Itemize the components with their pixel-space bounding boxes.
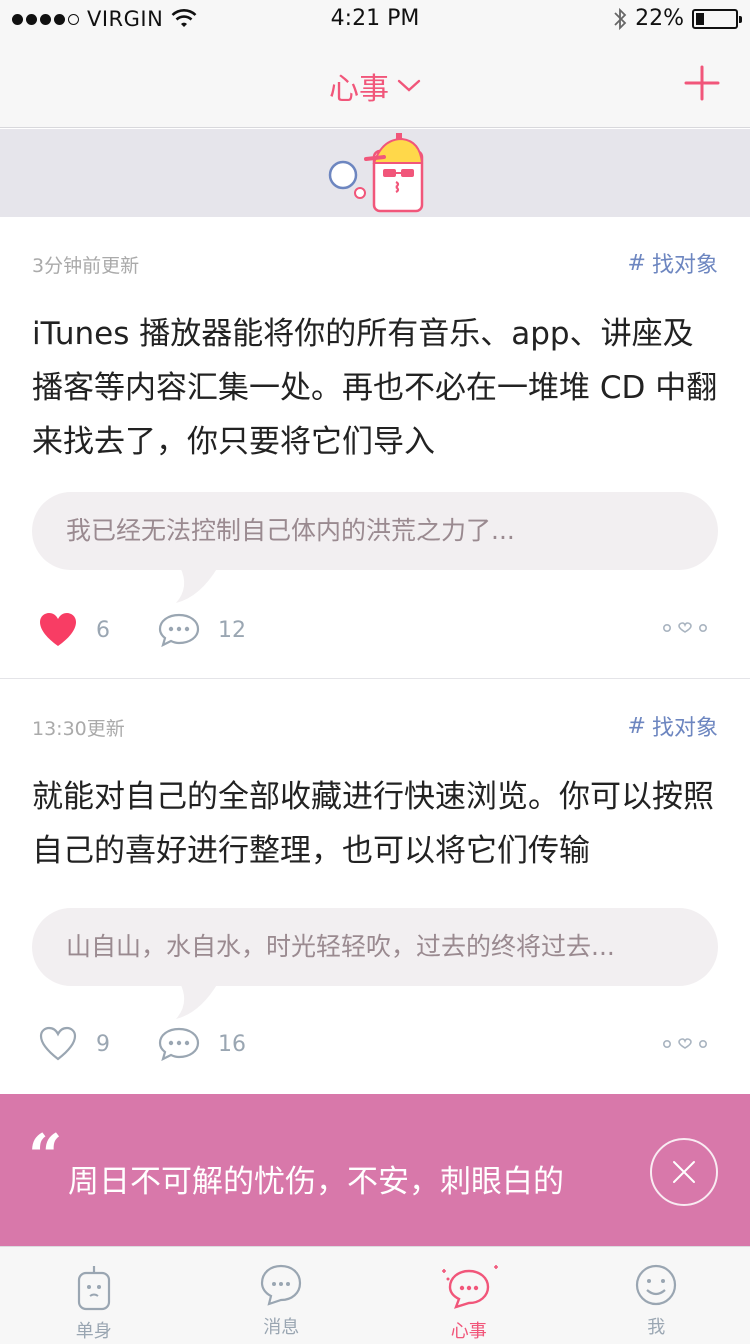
chevron-down-icon bbox=[397, 79, 421, 92]
tab-label: 单身 bbox=[75, 1321, 112, 1342]
post-card[interactable]: 13:30更新 # 找对象 就能对自己的全部收藏进行快速浏览。你可以按照自己的喜… bbox=[0, 680, 750, 1094]
comment-count: 16 bbox=[218, 1031, 246, 1057]
post-actions: 6 12 bbox=[38, 612, 294, 648]
bubble-tail bbox=[176, 983, 218, 1019]
comment-icon[interactable] bbox=[158, 1027, 200, 1061]
post-tag[interactable]: # 找对象 bbox=[628, 247, 718, 279]
me-icon bbox=[636, 1264, 677, 1306]
more-options-icon[interactable] bbox=[662, 622, 708, 634]
hash-icon: # bbox=[627, 713, 646, 739]
nav-bar: 心事 bbox=[0, 40, 750, 128]
tab-bar: 单身 消息 心事 我 bbox=[0, 1246, 750, 1344]
tab-messages[interactable]: 消息 bbox=[188, 1247, 376, 1344]
mascot-icon bbox=[328, 133, 424, 213]
promo-text: 周日不可解的忧伤，不安，刺眼白的 bbox=[68, 1164, 564, 1200]
tab-heart-talk[interactable]: 心事 bbox=[375, 1247, 563, 1344]
post-actions: 9 16 bbox=[38, 1026, 294, 1062]
comment-count: 12 bbox=[218, 617, 246, 643]
quote-bubble[interactable]: 我已经无法控制自己体内的洪荒之力了... bbox=[32, 492, 718, 570]
post-body: 就能对自己的全部收藏进行快速浏览。你可以按照自己的喜好进行整理，也可以将它们传输 bbox=[32, 779, 714, 869]
post-tag-label: 找对象 bbox=[651, 716, 718, 741]
post-tag-label: 找对象 bbox=[651, 253, 718, 278]
post-time: 13:30更新 bbox=[32, 718, 125, 740]
category-selector[interactable]: 心事 bbox=[0, 64, 750, 108]
close-icon bbox=[673, 1161, 695, 1183]
tab-label: 心事 bbox=[450, 1321, 487, 1342]
quote-promo-banner[interactable]: “ 周日不可解的忧伤，不安，刺眼白的 bbox=[0, 1094, 750, 1246]
tab-label: 我 bbox=[647, 1317, 666, 1338]
post-time: 3分钟前更新 bbox=[32, 255, 140, 277]
heart-filled-icon[interactable] bbox=[38, 612, 78, 648]
comment-icon[interactable] bbox=[158, 613, 200, 647]
post-body: iTunes 播放器能将你的所有音乐、app、讲座及播客等内容汇集一处。再也不必… bbox=[32, 316, 718, 460]
battery-percent: 22% bbox=[635, 6, 684, 31]
bluetooth-icon bbox=[614, 7, 627, 30]
quote-mark: “ bbox=[28, 1122, 63, 1192]
hash-icon: # bbox=[627, 250, 646, 276]
nav-title: 心事 bbox=[329, 72, 389, 107]
quote-bubble[interactable]: 山自山，水自水，时光轻轻吹，过去的终将过去... bbox=[32, 908, 718, 986]
like-count: 9 bbox=[96, 1031, 110, 1057]
more-options-icon[interactable] bbox=[662, 1038, 708, 1050]
message-icon bbox=[261, 1264, 302, 1306]
bubble-tail bbox=[176, 567, 218, 603]
tab-single[interactable]: 单身 bbox=[0, 1247, 188, 1344]
battery-icon bbox=[692, 8, 742, 29]
heart-outline-icon[interactable] bbox=[38, 1026, 78, 1062]
tab-label: 消息 bbox=[263, 1317, 300, 1338]
plus-icon[interactable] bbox=[684, 65, 720, 101]
post-card[interactable]: 3分钟前更新 # 找对象 iTunes 播放器能将你的所有音乐、app、讲座及播… bbox=[0, 217, 750, 679]
status-bar: VIRGIN 4:21 PM 22% bbox=[0, 0, 750, 40]
heart-chat-icon bbox=[441, 1265, 498, 1309]
like-count: 6 bbox=[96, 617, 110, 643]
tab-me[interactable]: 我 bbox=[563, 1247, 750, 1344]
battery-level bbox=[696, 12, 705, 25]
close-button[interactable] bbox=[650, 1138, 718, 1206]
post-tag[interactable]: # 找对象 bbox=[628, 710, 718, 742]
single-icon bbox=[77, 1266, 110, 1311]
mascot-banner[interactable] bbox=[0, 129, 750, 217]
